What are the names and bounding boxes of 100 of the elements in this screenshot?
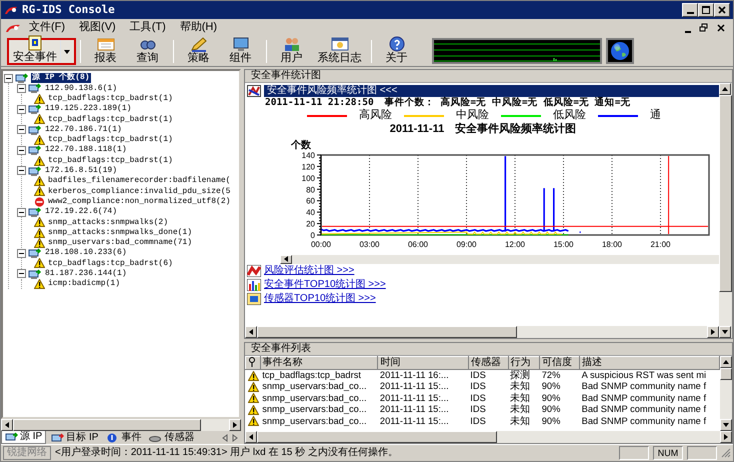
x-tick-label: 12:00 bbox=[504, 240, 526, 249]
tree-item[interactable]: tcp_badflags:tcp_badrst(1) bbox=[47, 94, 174, 104]
toolbar-button[interactable]: 组件 bbox=[220, 38, 262, 65]
toolbar-button[interactable]: 策略 bbox=[178, 38, 220, 65]
column-header[interactable] bbox=[246, 356, 260, 370]
minimize-button[interactable] bbox=[682, 3, 698, 17]
scroll-arrow-button[interactable] bbox=[245, 326, 257, 338]
scroll-thumb[interactable] bbox=[720, 368, 732, 380]
column-header[interactable]: 描述 bbox=[580, 356, 720, 370]
tree-item[interactable]: 218.108.10.233(6) bbox=[44, 248, 128, 258]
tree-item[interactable]: tcp_badflags:tcp_badrst(1) bbox=[47, 135, 174, 145]
horizontal-scrollbar[interactable] bbox=[245, 326, 719, 338]
toolbar-button[interactable]: 系统日志 bbox=[312, 38, 366, 65]
column-header[interactable]: 传感器 bbox=[468, 356, 508, 370]
collapse-icon[interactable] bbox=[17, 248, 26, 258]
scroll-arrow-button[interactable] bbox=[719, 83, 731, 95]
tree-item[interactable]: 172.19.22.6(74) bbox=[44, 207, 118, 217]
collapse-icon[interactable] bbox=[17, 166, 26, 176]
tab[interactable]: 目标 IP bbox=[48, 431, 102, 444]
scroll-arrow-button[interactable] bbox=[707, 326, 719, 338]
tab[interactable]: 源 IP bbox=[1, 431, 46, 444]
tab[interactable]: 传感器 bbox=[146, 431, 198, 444]
toolbar-button[interactable]: 安全事件 bbox=[7, 38, 76, 65]
tab[interactable]: 事件 bbox=[103, 431, 144, 444]
vertical-scrollbar[interactable] bbox=[720, 356, 732, 431]
report-link[interactable]: 传感器TOP10统计图 >>> bbox=[264, 292, 376, 305]
scroll-arrow-button[interactable] bbox=[720, 356, 732, 368]
warning-icon bbox=[34, 156, 45, 166]
scroll-thumb[interactable] bbox=[257, 326, 517, 338]
tab-scroll-right-button[interactable] bbox=[232, 434, 238, 442]
menu-item[interactable]: 帮助(H) bbox=[174, 21, 224, 35]
vertical-scrollbar[interactable] bbox=[719, 83, 732, 338]
warning-icon bbox=[34, 279, 45, 290]
warning-icon bbox=[34, 134, 45, 145]
column-header[interactable]: 行为 bbox=[508, 356, 540, 370]
close-button[interactable] bbox=[716, 23, 726, 33]
restore-button[interactable] bbox=[698, 23, 709, 33]
globe-button[interactable] bbox=[606, 38, 634, 64]
x-tick-label: 03:00 bbox=[359, 240, 380, 249]
toolbar-button[interactable]: 关于 bbox=[376, 38, 418, 65]
column-header[interactable]: 事件名称 bbox=[260, 356, 378, 370]
table-cell-text: Bad SNMP community name f bbox=[580, 404, 708, 416]
tree-item[interactable]: tcp_badflags:tcp_badrst(1) bbox=[47, 114, 174, 124]
collapse-icon[interactable] bbox=[17, 208, 26, 216]
computer-icon bbox=[51, 432, 64, 442]
scroll-thumb[interactable] bbox=[257, 431, 497, 443]
horizontal-scrollbar[interactable] bbox=[245, 431, 732, 443]
scroll-arrow-button[interactable] bbox=[245, 431, 257, 443]
table-cell-text: Bad SNMP community name f bbox=[580, 392, 708, 404]
column-header[interactable]: 可信度 bbox=[540, 356, 580, 370]
tree-item[interactable]: 119.125.223.189(1) bbox=[44, 104, 132, 114]
menu-item[interactable]: 工具(T) bbox=[124, 21, 172, 35]
menu-item[interactable]: 文件(F) bbox=[23, 21, 72, 35]
horizontal-scrollbar[interactable] bbox=[1, 419, 241, 431]
tree-item[interactable]: 122.70.188.118(1) bbox=[44, 145, 128, 156]
computer-icon bbox=[5, 432, 18, 442]
tree-item[interactable]: icmp:badicmp(1) bbox=[47, 279, 122, 289]
report-link[interactable]: 风险评估统计图 >>> bbox=[264, 264, 354, 277]
tree-item[interactable]: 112.90.138.6(1) bbox=[44, 84, 118, 94]
toolbar-button[interactable]: 报表 bbox=[84, 38, 126, 65]
tree-item[interactable]: snmp_uservars:bad_commname(71) bbox=[47, 238, 194, 248]
tree-item[interactable]: snmp_attacks:snmpwalks(2) bbox=[47, 218, 170, 228]
scroll-arrow-button[interactable] bbox=[1, 419, 13, 431]
tree-item[interactable]: 172.16.8.51(19) bbox=[44, 166, 118, 176]
tree-item[interactable]: www2_compliance:non_normalized_utf8(2) bbox=[47, 196, 232, 206]
scroll-arrow-button[interactable] bbox=[720, 431, 732, 443]
collapse-icon[interactable] bbox=[17, 146, 26, 155]
window-title: RG-IDS Console bbox=[22, 3, 116, 17]
minimize-icon bbox=[685, 31, 692, 33]
toolbar-button[interactable]: 用户 bbox=[270, 38, 312, 65]
scroll-arrow-button[interactable] bbox=[720, 419, 732, 431]
scroll-thumb[interactable] bbox=[13, 419, 201, 431]
scroll-arrow-button[interactable] bbox=[719, 326, 731, 338]
legend-label: 高风险 bbox=[359, 109, 392, 122]
collapse-icon[interactable] bbox=[4, 74, 13, 83]
toolbar-button[interactable]: 查询 bbox=[126, 38, 168, 65]
tab-scroll-left-button[interactable] bbox=[222, 434, 228, 442]
collapse-icon[interactable] bbox=[17, 84, 26, 93]
table-cell-text: 90% bbox=[540, 381, 562, 392]
close-icon bbox=[717, 5, 727, 15]
scroll-thumb[interactable] bbox=[719, 95, 732, 292]
collapse-icon[interactable] bbox=[17, 104, 26, 114]
column-header[interactable]: 时间 bbox=[378, 356, 468, 370]
tree-item[interactable]: tcp_badflags:tcp_badrst(6) bbox=[47, 258, 174, 268]
tree-item[interactable]: badfiles_filenamerecorder:badfilename( bbox=[47, 176, 232, 186]
report-link[interactable]: 安全事件TOP10统计图 >>> bbox=[264, 278, 386, 291]
menu-item[interactable]: 视图(V) bbox=[73, 21, 122, 35]
collapse-icon[interactable] bbox=[17, 125, 26, 134]
scroll-arrow-button[interactable] bbox=[229, 419, 241, 431]
collapse-icon[interactable] bbox=[17, 269, 26, 278]
tree-item[interactable]: snmp_attacks:snmpwalks_done(1) bbox=[47, 228, 194, 238]
tree-item[interactable]: kerberos_compliance:invalid_pdu_size(5 bbox=[47, 186, 232, 196]
table-cell-text: IDS bbox=[469, 404, 487, 416]
chart-title: 2011-11-11 安全事件风险频率统计图 bbox=[388, 123, 578, 137]
scroll-arrow-button[interactable] bbox=[280, 254, 292, 264]
tree-item[interactable]: 122.70.186.71(1) bbox=[44, 124, 123, 134]
help-icon bbox=[388, 36, 406, 52]
tree-item[interactable]: 81.187.236.144(1) bbox=[44, 268, 128, 279]
tree-item[interactable]: tcp_badflags:tcp_badrst(1) bbox=[47, 156, 174, 166]
maximize-button[interactable] bbox=[698, 3, 714, 17]
